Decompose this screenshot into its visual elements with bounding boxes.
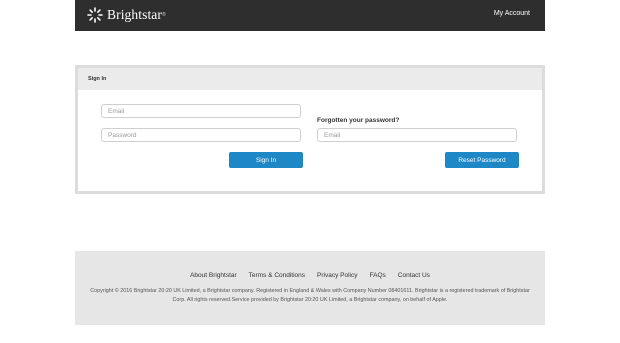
email-field[interactable] (101, 104, 301, 118)
footer-link-terms[interactable]: Terms & Conditions (249, 272, 305, 279)
footer-link-faqs[interactable]: FAQs (370, 272, 386, 279)
top-navigation-bar: Brightstar ® My Account (75, 0, 545, 31)
sign-in-button[interactable]: Sign In (229, 152, 303, 168)
footer-links: About Brightstar Terms & Conditions Priv… (75, 272, 545, 279)
footer: About Brightstar Terms & Conditions Priv… (75, 251, 545, 325)
brightstar-logo[interactable]: Brightstar ® (87, 5, 166, 25)
reset-email-field[interactable] (317, 128, 517, 142)
password-field[interactable] (101, 128, 301, 142)
trademark-symbol: ® (162, 12, 166, 18)
panel-header: Sign In (78, 68, 542, 90)
copyright-text: Copyright © 2016 Brightstar 20:20 UK Lim… (90, 288, 530, 303)
reset-password-button[interactable]: Reset Password (445, 152, 519, 168)
brand-name: Brightstar (107, 7, 162, 22)
my-account-link[interactable]: My Account (494, 10, 530, 17)
footer-link-privacy[interactable]: Privacy Policy (317, 272, 357, 279)
sign-in-panel: Sign In Sign In Forgotten your password?… (75, 65, 545, 194)
footer-link-about[interactable]: About Brightstar (190, 272, 237, 279)
footer-link-contact[interactable]: Contact Us (398, 272, 430, 279)
panel-body: Sign In Forgotten your password? Reset P… (78, 90, 542, 191)
forgot-password-heading: Forgotten your password? (317, 117, 400, 124)
panel-title: Sign In (88, 76, 107, 82)
brightstar-burst-icon (87, 7, 103, 23)
